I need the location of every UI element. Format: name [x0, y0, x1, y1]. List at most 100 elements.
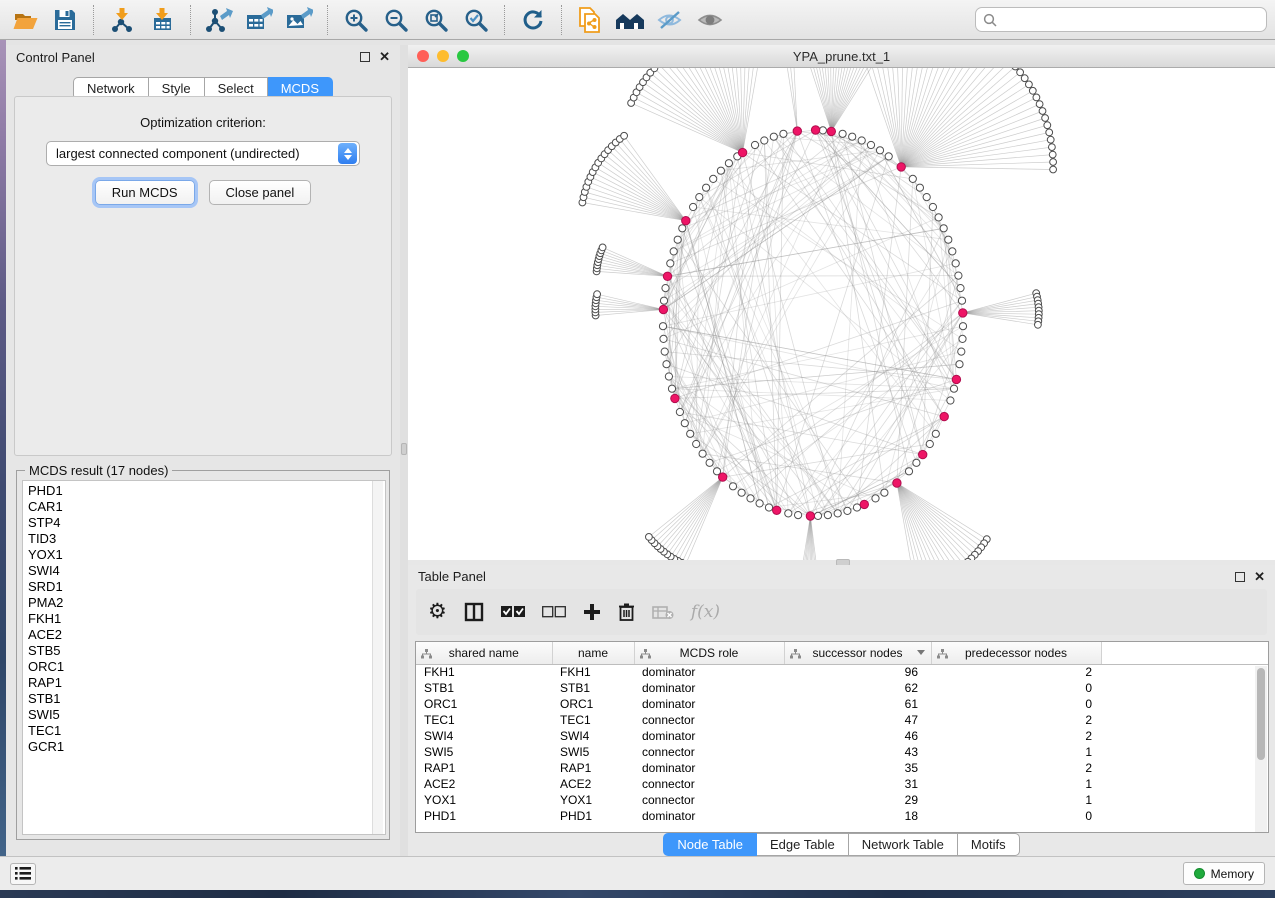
mcds-dominator-node[interactable]: [952, 375, 960, 383]
import-table-icon[interactable]: [145, 4, 179, 36]
zoom-selected-icon[interactable]: [459, 4, 493, 36]
table-tab-motifs[interactable]: Motifs: [958, 833, 1020, 856]
table-row[interactable]: SWI5SWI5connector431: [416, 744, 1268, 760]
mcds-dominator-node[interactable]: [671, 394, 679, 402]
zoom-out-icon[interactable]: [379, 4, 413, 36]
close-panel-button[interactable]: Close panel: [209, 180, 312, 205]
table-row[interactable]: YOX1YOX1connector291: [416, 792, 1268, 808]
zoom-in-icon[interactable]: [339, 4, 373, 36]
search-input[interactable]: [1002, 13, 1259, 27]
mcds-result-item[interactable]: ORC1: [28, 659, 385, 675]
column-header-shared-name[interactable]: shared name: [416, 642, 552, 664]
network-canvas[interactable]: [408, 68, 1275, 560]
mcds-dominator-node[interactable]: [806, 512, 814, 520]
vertical-splitter[interactable]: [400, 45, 408, 856]
mcds-result-item[interactable]: STB1: [28, 691, 385, 707]
float-panel-icon[interactable]: [360, 52, 370, 62]
mcds-result-item[interactable]: PMA2: [28, 595, 385, 611]
mcds-dominator-node[interactable]: [893, 479, 901, 487]
close-table-panel-icon[interactable]: ✕: [1254, 572, 1265, 582]
show-columns-icon[interactable]: [464, 602, 484, 622]
mcds-result-item[interactable]: YOX1: [28, 547, 385, 563]
mcds-dominator-node[interactable]: [919, 450, 927, 458]
table-row[interactable]: TEC1TEC1connector472: [416, 712, 1268, 728]
toolbar-separator: [93, 5, 94, 35]
mcds-dominator-node[interactable]: [738, 148, 746, 156]
zoom-fit-icon[interactable]: [419, 4, 453, 36]
table-row[interactable]: FKH1FKH1dominator962: [416, 664, 1268, 680]
mcds-result-item[interactable]: SWI4: [28, 563, 385, 579]
mcds-result-item[interactable]: CAR1: [28, 499, 385, 515]
mcds-result-item[interactable]: GCR1: [28, 739, 385, 755]
table-row[interactable]: ACE2ACE2connector311: [416, 776, 1268, 792]
mcds-dominator-node[interactable]: [663, 272, 671, 280]
network-window-titlebar[interactable]: YPA_prune.txt_1: [408, 45, 1275, 68]
status-bar: Memory: [0, 856, 1275, 890]
open-icon[interactable]: [8, 4, 42, 36]
mcds-result-item[interactable]: RAP1: [28, 675, 385, 691]
export-image-icon[interactable]: [282, 4, 316, 36]
mcds-dominator-node[interactable]: [959, 309, 967, 317]
hide-selected-icon[interactable]: [653, 4, 687, 36]
mcds-dominator-node[interactable]: [682, 217, 690, 225]
mcds-dominator-node[interactable]: [940, 412, 948, 420]
deselect-all-icon[interactable]: [542, 606, 566, 618]
mcds-result-item[interactable]: TEC1: [28, 723, 385, 739]
close-panel-icon[interactable]: ✕: [379, 52, 390, 62]
show-all-icon[interactable]: [693, 4, 727, 36]
table-row[interactable]: STB1STB1dominator620: [416, 680, 1268, 696]
save-icon[interactable]: [48, 4, 82, 36]
float-table-panel-icon[interactable]: [1235, 572, 1245, 582]
table-row[interactable]: RAP1RAP1dominator352: [416, 760, 1268, 776]
table-row[interactable]: PHD1PHD1dominator180: [416, 808, 1268, 824]
mcds-result-item[interactable]: PHD1: [28, 483, 385, 499]
mcds-result-list[interactable]: PHD1CAR1STP4TID3YOX1SWI4SRD1PMA2FKH1ACE2…: [22, 480, 386, 835]
add-column-icon[interactable]: [583, 603, 601, 621]
search-field[interactable]: [975, 7, 1267, 32]
export-network-icon[interactable]: [202, 4, 236, 36]
mcds-dominator-node[interactable]: [719, 473, 727, 481]
mcds-dominator-node[interactable]: [897, 163, 905, 171]
column-header-name[interactable]: name: [552, 642, 634, 664]
mcds-result-item[interactable]: TID3: [28, 531, 385, 547]
sort-chevron-icon[interactable]: [917, 650, 925, 655]
column-header-predecessor-nodes[interactable]: predecessor nodes: [931, 642, 1101, 664]
mcds-result-item[interactable]: ACE2: [28, 627, 385, 643]
run-mcds-button[interactable]: Run MCDS: [95, 180, 195, 205]
table-row[interactable]: SWI4SWI4dominator462: [416, 728, 1268, 744]
table-tab-node-table[interactable]: Node Table: [663, 833, 757, 856]
table-tab-edge-table[interactable]: Edge Table: [757, 833, 849, 856]
first-neighbors-icon[interactable]: [613, 4, 647, 36]
table-row[interactable]: ORC1ORC1dominator610: [416, 696, 1268, 712]
mcds-result-item[interactable]: STP4: [28, 515, 385, 531]
column-header-MCDS-role[interactable]: MCDS role: [634, 642, 784, 664]
network-graph[interactable]: [408, 68, 1275, 560]
mcds-result-item[interactable]: SRD1: [28, 579, 385, 595]
mcds-result-item[interactable]: FKH1: [28, 611, 385, 627]
mcds-result-item[interactable]: SWI5: [28, 707, 385, 723]
mcds-dominator-node[interactable]: [827, 127, 835, 135]
network-view-window: YPA_prune.txt_1: [408, 45, 1275, 560]
optimization-criterion-select[interactable]: largest connected component (undirected): [46, 141, 360, 166]
task-history-icon[interactable]: [10, 863, 36, 885]
export-table-icon[interactable]: [242, 4, 276, 36]
mcds-dominator-node[interactable]: [860, 500, 868, 508]
memory-button[interactable]: Memory: [1183, 862, 1265, 885]
network-file-icon[interactable]: [573, 4, 607, 36]
table-panel-title: Table Panel: [418, 569, 486, 584]
table-scrollbar[interactable]: [1255, 666, 1267, 832]
mcds-dominator-node[interactable]: [811, 126, 819, 134]
mcds-dominator-node[interactable]: [659, 305, 667, 313]
import-network-icon[interactable]: [105, 4, 139, 36]
table-settings-icon[interactable]: ⚙: [428, 602, 447, 622]
table-tab-network-table[interactable]: Network Table: [849, 833, 958, 856]
mcds-result-scrollbar[interactable]: [372, 481, 383, 834]
delete-column-icon[interactable]: [618, 602, 635, 622]
mcds-dominator-node[interactable]: [793, 127, 801, 135]
control-panel-title: Control Panel: [16, 50, 95, 65]
select-all-icon[interactable]: [501, 606, 525, 618]
mcds-result-item[interactable]: STB5: [28, 643, 385, 659]
column-header-successor-nodes[interactable]: successor nodes: [784, 642, 931, 664]
mcds-dominator-node[interactable]: [773, 506, 781, 514]
refresh-icon[interactable]: [516, 4, 550, 36]
